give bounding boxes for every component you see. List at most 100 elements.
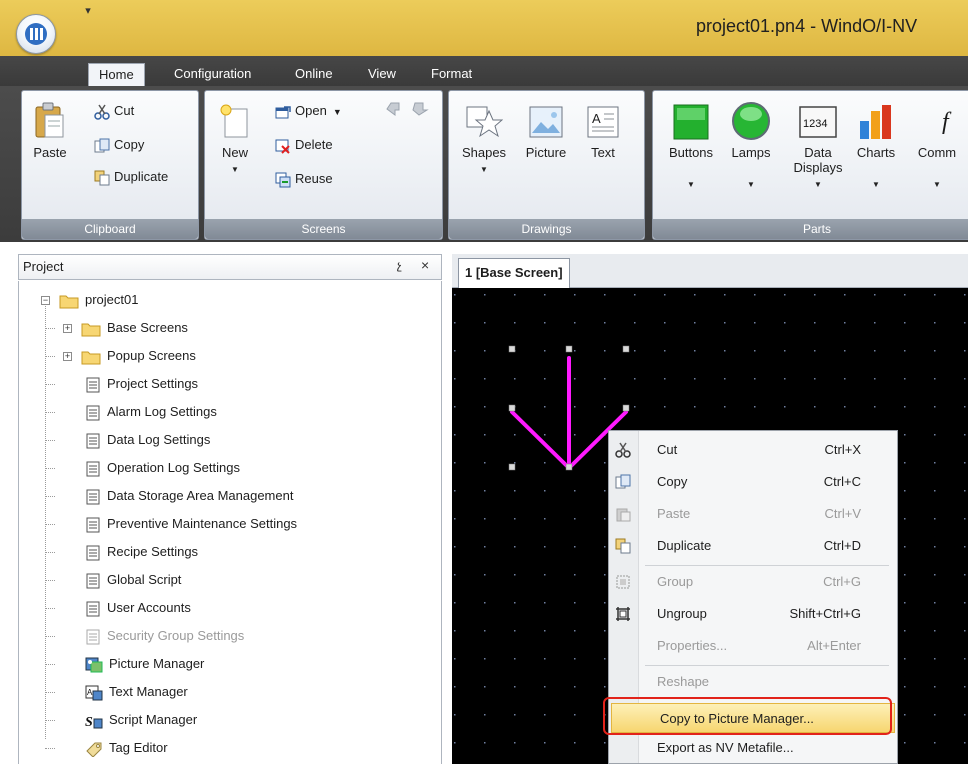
- tree-item-user-accounts[interactable]: User Accounts: [85, 597, 191, 619]
- tree-item-preventive-maintenance-settings[interactable]: Preventive Maintenance Settings: [85, 513, 297, 535]
- tree-connector: [45, 720, 55, 721]
- reuse-screen-button[interactable]: Reuse: [275, 169, 333, 189]
- data-displays-part-button[interactable]: 1234 Data Displays ▼: [787, 103, 849, 192]
- charts-dropdown-icon[interactable]: ▼: [872, 180, 880, 189]
- tree-item-recipe-settings[interactable]: Recipe Settings: [85, 541, 198, 563]
- picture-button[interactable]: Picture: [519, 103, 573, 160]
- tab-configuration[interactable]: Configuration: [170, 63, 255, 87]
- menu-item-properties-label: Properties...: [657, 638, 728, 653]
- commands-part-button[interactable]: f Comm ▼: [907, 103, 967, 192]
- lamps-part-button[interactable]: Lamps ▼: [723, 101, 779, 192]
- lamps-dropdown-icon[interactable]: ▼: [747, 180, 755, 189]
- parts-group: Buttons ▼ Lamps ▼ 1234 Data Displays ▼ C…: [652, 90, 968, 240]
- menu-item-paste[interactable]: Paste Ctrl+V: [609, 499, 897, 529]
- folder-icon: [81, 351, 101, 365]
- tree-item-global-script[interactable]: Global Script: [85, 569, 181, 591]
- menu-item-ungroup[interactable]: Ungroup Shift+Ctrl+G: [609, 599, 897, 629]
- tree-connector: [45, 412, 55, 413]
- clipboard-group: Paste Cut Copy Duplicate Clipboard: [21, 90, 199, 240]
- ungroup-icon: [616, 607, 630, 621]
- tree-item-data-storage-area-management[interactable]: Data Storage Area Management: [85, 485, 293, 507]
- text-button[interactable]: A Text: [581, 103, 625, 160]
- commands-icon: f: [942, 109, 952, 135]
- menu-item-export-as-nv-metafile[interactable]: Export as NV Metafile...: [609, 733, 897, 763]
- data-displays-dropdown-icon[interactable]: ▼: [814, 180, 822, 189]
- shapes-dropdown-icon[interactable]: ▼: [480, 165, 488, 174]
- cut-button[interactable]: Cut: [94, 101, 134, 121]
- tree-connector: [45, 608, 55, 609]
- settings-document-icon: [86, 461, 100, 477]
- settings-document-icon: [86, 573, 100, 589]
- tree-item-operation-log-settings[interactable]: Operation Log Settings: [85, 457, 240, 479]
- tree-connector-line: [45, 303, 46, 739]
- svg-text:1234: 1234: [803, 118, 827, 130]
- menu-item-duplicate-label: Duplicate: [657, 538, 712, 553]
- tab-home[interactable]: Home: [88, 63, 145, 87]
- application-menu-button[interactable]: [16, 14, 56, 54]
- buttons-dropdown-icon[interactable]: ▼: [687, 180, 695, 189]
- new-screen-button[interactable]: New ▼: [213, 103, 257, 177]
- copy-button[interactable]: Copy: [94, 135, 144, 155]
- settings-document-icon: [86, 405, 100, 421]
- tree-item-picture-manager[interactable]: Picture Manager: [85, 653, 204, 675]
- settings-document-icon: [86, 629, 100, 645]
- close-icon[interactable]: ×: [421, 257, 429, 273]
- tree-item-security-group-settings[interactable]: Security Group Settings: [85, 625, 244, 647]
- new-label: New: [221, 145, 248, 160]
- menu-item-properties-shortcut: Alt+Enter: [807, 638, 861, 653]
- text-manager-icon: A: [85, 685, 103, 701]
- menu-item-group[interactable]: Group Ctrl+G: [609, 567, 897, 597]
- screen-navigation-arrows-icon[interactable]: [385, 101, 433, 119]
- menu-item-cut-shortcut: Ctrl+X: [824, 442, 861, 457]
- copy-label: Copy: [114, 137, 145, 152]
- tree-item-alarm-log-settings[interactable]: Alarm Log Settings: [85, 401, 217, 423]
- menu-item-duplicate[interactable]: Duplicate Ctrl+D: [609, 531, 897, 561]
- quick-access-dropdown-icon[interactable]: ▾: [80, 4, 96, 20]
- tag-editor-icon: [86, 742, 102, 757]
- expand-icon[interactable]: +: [63, 352, 72, 361]
- paste-label: Paste: [33, 145, 67, 160]
- pin-icon[interactable]: չ: [397, 258, 402, 272]
- folder-icon: [59, 295, 79, 309]
- new-dropdown-icon[interactable]: ▼: [231, 165, 239, 174]
- menu-item-cut[interactable]: Cut Ctrl+X: [609, 435, 897, 465]
- tree-item-text-manager[interactable]: A Text Manager: [85, 681, 188, 703]
- tree-item-project-settings[interactable]: Project Settings: [85, 373, 198, 395]
- script-manager-icon: S: [85, 715, 103, 729]
- clipboard-group-label: Clipboard: [22, 219, 198, 239]
- tree-item-popup-screens[interactable]: Popup Screens: [81, 345, 196, 367]
- tree-item-data-log-settings[interactable]: Data Log Settings: [85, 429, 210, 451]
- menu-item-properties[interactable]: Properties... Alt+Enter: [609, 631, 897, 661]
- tab-format[interactable]: Format: [427, 63, 476, 87]
- expand-icon[interactable]: +: [63, 324, 72, 333]
- tab-base-screen-1[interactable]: 1 [Base Screen]: [458, 258, 570, 288]
- tree-item-project01[interactable]: project01: [59, 289, 138, 311]
- tree-item-script-manager[interactable]: S Script Manager: [85, 709, 197, 731]
- settings-document-icon: [86, 433, 100, 449]
- collapse-icon[interactable]: −: [41, 296, 50, 305]
- menu-item-copy[interactable]: Copy Ctrl+C: [609, 467, 897, 497]
- group-icon: [616, 575, 630, 589]
- duplicate-button[interactable]: Duplicate: [94, 167, 168, 187]
- menu-item-export-as-nv-metafile-label: Export as NV Metafile...: [657, 740, 794, 755]
- tab-view[interactable]: View: [364, 63, 400, 87]
- tab-online[interactable]: Online: [291, 63, 337, 87]
- open-dropdown-icon[interactable]: ▼: [333, 107, 342, 117]
- charts-part-button[interactable]: Charts ▼: [849, 103, 903, 192]
- commands-dropdown-icon[interactable]: ▼: [933, 180, 941, 189]
- menu-item-copy-label: Copy: [657, 474, 688, 489]
- paste-button[interactable]: Paste: [28, 101, 72, 160]
- menu-item-reshape-label: Reshape: [657, 674, 710, 689]
- highlight-annotation-ring: [603, 697, 892, 735]
- tree-item-tag-editor[interactable]: Tag Editor: [85, 737, 168, 759]
- menu-separator: [645, 565, 889, 566]
- buttons-label: Buttons: [668, 145, 714, 160]
- menu-item-copy-shortcut: Ctrl+C: [823, 474, 861, 489]
- tree-item-base-screens[interactable]: Base Screens: [81, 317, 188, 339]
- settings-document-icon: [86, 377, 100, 393]
- menu-item-reshape[interactable]: Reshape: [609, 667, 897, 697]
- delete-screen-button[interactable]: Delete: [275, 135, 333, 155]
- shapes-button[interactable]: Shapes ▼: [455, 103, 513, 177]
- buttons-part-button[interactable]: Buttons ▼: [661, 103, 721, 192]
- open-screen-button[interactable]: Open ▼: [275, 101, 342, 121]
